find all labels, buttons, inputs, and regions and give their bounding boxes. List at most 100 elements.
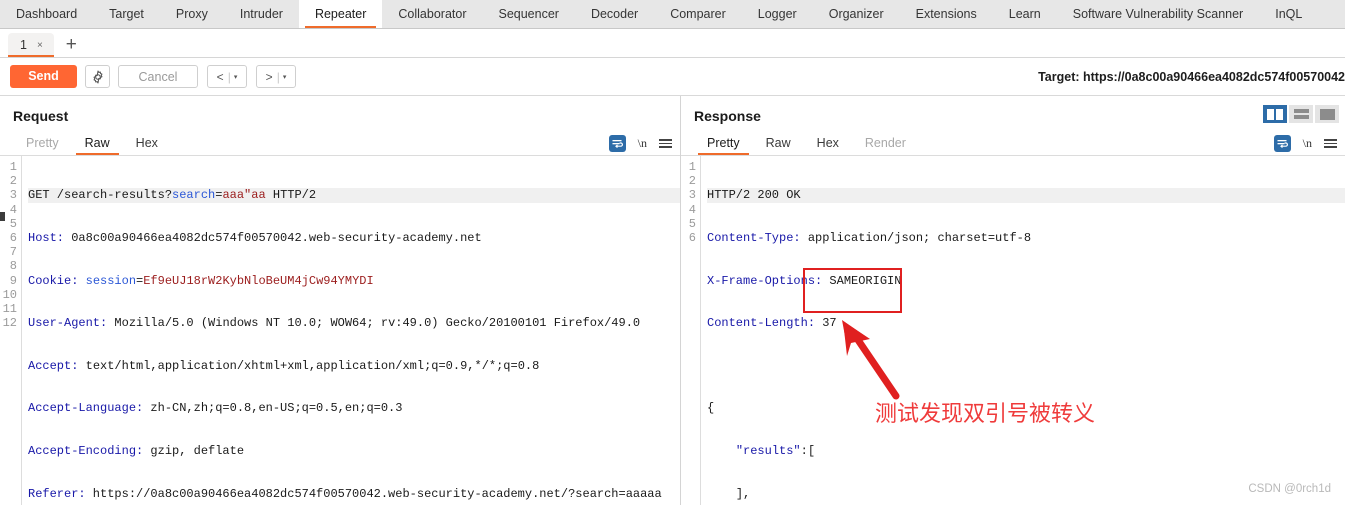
query-param-name: search xyxy=(172,188,216,203)
word-wrap-icon[interactable] xyxy=(1273,135,1291,152)
header-value: Mozilla/5.0 (Windows NT 10.0; WOW64; rv:… xyxy=(107,316,641,331)
chevron-left-icon: < xyxy=(216,69,224,84)
layout-split-horizontal-button[interactable] xyxy=(1289,105,1313,123)
forward-navigation-button[interactable]: > | ▾ xyxy=(256,65,296,88)
code-line: Content-Length: 37 xyxy=(707,316,1345,330)
main-tab-label: Sequencer xyxy=(498,7,559,21)
main-tab-extensions[interactable]: Extensions xyxy=(900,0,993,28)
code-line: Accept-Language: zh-CN,zh;q=0.8,en-US;q=… xyxy=(28,401,680,415)
tab-label: Hex xyxy=(135,136,158,150)
main-tab-comparer[interactable]: Comparer xyxy=(654,0,742,28)
request-tab-hex[interactable]: Hex xyxy=(123,136,171,155)
main-tab-software-vulnerability-scanner[interactable]: Software Vulnerability Scanner xyxy=(1057,0,1259,28)
line-number: 2 xyxy=(688,174,696,189)
line-number: 11 xyxy=(2,302,17,317)
request-code[interactable]: GET /search-results?search=aaa"aa HTTP/2… xyxy=(22,156,680,505)
main-tab-label: Decoder xyxy=(590,7,639,21)
line-number: 5 xyxy=(688,216,696,231)
header-name: User-Agent: xyxy=(28,316,108,331)
main-tab-sequencer[interactable]: Sequencer xyxy=(482,0,574,28)
response-tab-raw[interactable]: Raw xyxy=(753,136,804,155)
json-punct: ], xyxy=(735,486,751,501)
repeater-tab-1[interactable]: 1 × xyxy=(8,33,54,57)
main-tab-collaborator[interactable]: Collaborator xyxy=(382,0,482,28)
layout-single-pane-button[interactable] xyxy=(1315,105,1339,123)
cookie-value: Ef9eUJ18rW2KybNloBeUM4jCw94YMYDI xyxy=(143,273,374,288)
response-editor[interactable]: 1 2 3 4 5 6 HTTP/2 200 OK Content-Type: … xyxy=(681,156,1345,505)
back-navigation-button[interactable]: < | ▾ xyxy=(207,65,247,88)
response-line-numbers: 1 2 3 4 5 6 xyxy=(681,156,701,505)
header-value: gzip, deflate xyxy=(143,443,245,458)
code-line: Accept-Encoding: gzip, deflate xyxy=(28,444,680,458)
header-name: Cookie: xyxy=(28,273,79,288)
response-pane: Response Pretty Raw Hex Render \n 1 2 3 … xyxy=(681,96,1345,505)
main-tab-label: Proxy xyxy=(175,7,208,21)
request-tab-pretty[interactable]: Pretty xyxy=(13,136,72,155)
line-number: 1 xyxy=(688,160,696,174)
header-value: 0a8c00a90466ea4082dc574f00570042.web-sec… xyxy=(64,231,482,245)
repeater-tab-label: 1 xyxy=(20,38,27,52)
header-value: zh-CN,zh;q=0.8,en-US;q=0.5,en;q=0.3 xyxy=(143,401,403,416)
settings-gear-button[interactable] xyxy=(85,65,110,88)
word-wrap-icon[interactable] xyxy=(608,135,626,152)
main-tab-label: Extensions xyxy=(915,7,977,21)
request-editor-tabs: Pretty Raw Hex \n xyxy=(0,130,680,156)
newline-toggle-icon[interactable]: \n xyxy=(638,136,647,151)
response-tab-render[interactable]: Render xyxy=(852,136,919,155)
line-number: 6 xyxy=(688,231,696,246)
main-tab-label: InQL xyxy=(1275,7,1303,21)
response-tab-hex[interactable]: Hex xyxy=(804,136,852,155)
request-pane-title: Request xyxy=(13,108,69,124)
main-tab-label: Logger xyxy=(757,7,797,21)
main-tab-target[interactable]: Target xyxy=(93,0,160,28)
header-value: text/html,application/xhtml+xml,applicat… xyxy=(78,358,540,373)
line-number: 6 xyxy=(9,231,17,246)
response-code[interactable]: HTTP/2 200 OK Content-Type: application/… xyxy=(701,156,1345,505)
hamburger-menu-icon[interactable] xyxy=(1324,139,1337,148)
header-name: Accept-Language: xyxy=(28,401,144,416)
main-tab-label: Target xyxy=(109,7,144,21)
main-tab-organizer[interactable]: Organizer xyxy=(813,0,900,28)
main-tab-inql[interactable]: InQL xyxy=(1259,0,1318,28)
code-line: Host: 0a8c00a90466ea4082dc574f00570042.w… xyxy=(28,231,680,245)
send-button[interactable]: Send xyxy=(10,65,77,88)
response-pane-title: Response xyxy=(694,108,761,124)
main-tab-decoder[interactable]: Decoder xyxy=(575,0,654,28)
main-tab-logger[interactable]: Logger xyxy=(742,0,813,28)
main-tab-dashboard[interactable]: Dashboard xyxy=(0,0,93,28)
hamburger-menu-icon[interactable] xyxy=(659,139,672,148)
line-number: 3 xyxy=(9,188,17,203)
main-tab-repeater[interactable]: Repeater xyxy=(298,0,383,28)
main-tab-learn[interactable]: Learn xyxy=(993,0,1057,28)
code-line: Referer: https://0a8c00a90466ea4082dc574… xyxy=(28,487,680,501)
code-line: GET /search-results?search=aaa"aa HTTP/2 xyxy=(28,188,680,203)
http-version: HTTP/2 xyxy=(265,188,317,203)
close-icon[interactable]: × xyxy=(37,40,43,51)
pane-drag-handle[interactable] xyxy=(0,212,5,221)
main-tab-label: Repeater xyxy=(314,7,367,21)
add-tab-button[interactable]: + xyxy=(54,35,87,57)
code-line: X-Frame-Options: SAMEORIGIN xyxy=(707,274,1345,288)
main-tab-intruder[interactable]: Intruder xyxy=(224,0,299,28)
chevron-down-icon[interactable]: ▾ xyxy=(231,73,238,81)
request-line-numbers: 1 2 3 4 5 6 7 8 9 10 11 12 xyxy=(0,156,22,505)
header-name: Host: xyxy=(28,231,65,245)
header-name: Accept: xyxy=(28,358,79,373)
main-tab-label: Comparer xyxy=(670,7,726,21)
request-editor[interactable]: 1 2 3 4 5 6 7 8 9 10 11 12 GET /search-r… xyxy=(0,156,680,505)
request-tab-raw[interactable]: Raw xyxy=(72,136,123,155)
target-url-label: Target: https://0a8c00a90466ea4082dc574f… xyxy=(1038,69,1345,84)
request-method-path: GET /search-results? xyxy=(28,188,173,203)
layout-split-vertical-button[interactable] xyxy=(1263,105,1287,123)
code-line: Accept: text/html,application/xhtml+xml,… xyxy=(28,359,680,373)
newline-toggle-icon[interactable]: \n xyxy=(1303,136,1312,151)
cancel-button[interactable]: Cancel xyxy=(118,65,198,88)
tab-label: Pretty xyxy=(26,136,59,150)
chevron-down-icon[interactable]: ▾ xyxy=(280,73,287,81)
header-name: Content-Length: xyxy=(707,316,816,331)
response-tab-pretty[interactable]: Pretty xyxy=(694,136,753,155)
main-tab-proxy[interactable]: Proxy xyxy=(160,0,224,28)
main-tab-bar: Dashboard Target Proxy Intruder Repeater… xyxy=(0,0,1345,29)
code-line: Cookie: session=Ef9eUJ18rW2KybNloBeUM4jC… xyxy=(28,274,680,288)
header-name: X-Frame-Options: xyxy=(707,273,823,288)
